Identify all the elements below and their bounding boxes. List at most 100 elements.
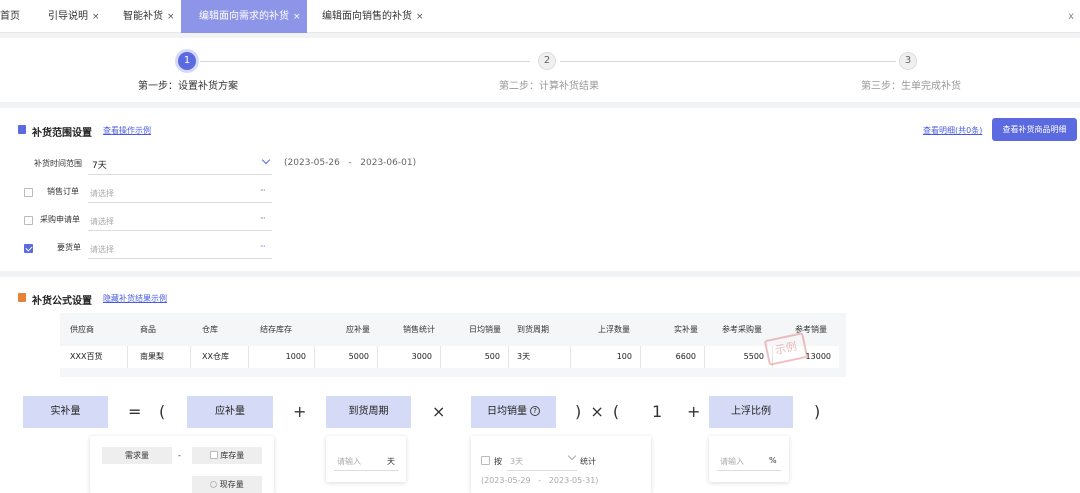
tabbar-close-all-icon[interactable]: x — [1068, 11, 1074, 22]
table-cell: 6600 — [641, 346, 705, 368]
table-header: 日均销量 — [469, 325, 501, 334]
table-cell: XX仓库 — [191, 346, 249, 368]
step-progress: 1 2 3 第一步：设置补货方案 第二步：计算补货结果 第三步：生单完成补货 — [0, 38, 1080, 102]
view-example-link[interactable]: 查看操作示例 — [103, 125, 151, 136]
tab-label: 智能补货 — [123, 11, 163, 22]
formula-should-box[interactable]: 应补量 — [187, 396, 273, 428]
date-start: (2023-05-26 — [284, 158, 340, 168]
daily-by-checkbox[interactable] — [481, 456, 490, 465]
time-range-select[interactable]: 7天 — [92, 158, 107, 171]
close-icon[interactable]: × — [293, 12, 301, 22]
step-1-label: 第一步：设置补货方案 — [138, 81, 238, 92]
table-header: 仓库 — [202, 325, 218, 334]
input-underline — [88, 230, 272, 231]
time-range-label: 补货时间范围 — [34, 159, 82, 168]
purchase-request-input[interactable]: 请选择 — [90, 216, 114, 227]
view-detail-link[interactable]: 查看明细(共0条) — [923, 125, 982, 136]
input-underline — [334, 470, 398, 471]
select-underline — [507, 470, 577, 471]
cycle-input[interactable]: 请输入 — [337, 456, 361, 467]
formula-times: × — [432, 402, 446, 421]
table-header: 供应商 — [70, 325, 94, 334]
formula-rise-box[interactable]: 上浮比例 — [709, 396, 793, 428]
step-connector — [560, 61, 896, 62]
rise-unit: % — [769, 456, 777, 465]
table-header: 商品 — [140, 325, 156, 334]
formula-equals: = — [128, 402, 142, 421]
stock-chip[interactable]: 库存量 — [192, 447, 262, 464]
daily-by-label: 按 — [494, 457, 502, 466]
table-header: 到货周期 — [517, 325, 549, 334]
current-stock-radio[interactable] — [210, 481, 218, 488]
formula-plus: + — [293, 402, 307, 421]
daily-date-end: 2023-05-31) — [548, 476, 599, 485]
step-2-label: 第二步：计算补货结果 — [499, 81, 599, 92]
tab-smart-replenish[interactable]: 智能补货 × — [123, 0, 175, 33]
table-cell: 1000 — [249, 346, 315, 368]
table-cell: 南果梨 — [128, 346, 191, 368]
formula-title: 补货公式设置 — [32, 296, 92, 307]
scope-panel — [0, 108, 1080, 271]
help-icon[interactable]: ? — [530, 406, 540, 416]
date-end: 2023-06-01) — [360, 158, 417, 168]
sales-order-checkbox[interactable] — [24, 188, 33, 197]
tab-label: 首页 — [0, 11, 20, 22]
formula-one: 1 — [652, 402, 663, 421]
tab-bar: 首页 引导说明 × 智能补货 × 编辑面向需求的补货 × 编辑面向销售的补货 × x — [0, 0, 1080, 33]
sales-order-label: 销售订单 — [47, 187, 79, 196]
more-icon[interactable]: ··· — [260, 242, 266, 251]
daily-period-select[interactable]: 3天 — [510, 456, 523, 467]
requisition-input[interactable]: 请选择 — [90, 244, 114, 255]
close-icon[interactable]: × — [92, 12, 100, 22]
current-stock-label: 现存量 — [219, 480, 244, 489]
requisition-checkbox[interactable] — [24, 244, 33, 253]
close-icon[interactable]: × — [167, 12, 175, 22]
formula-cycle-box[interactable]: 到货周期 — [326, 396, 411, 428]
tab-label: 编辑面向需求的补货 — [199, 11, 289, 22]
minus-sign: - — [178, 451, 181, 460]
step-2-indicator: 2 — [538, 52, 556, 70]
scope-title: 补货范围设置 — [32, 128, 92, 139]
tab-edit-demand[interactable]: 编辑面向需求的补货 × — [181, 0, 307, 33]
daily-date-start: (2023-05-29 — [481, 476, 531, 485]
more-icon[interactable]: ··· — [260, 186, 266, 195]
table-cell: 3天 — [509, 346, 571, 368]
purchase-request-checkbox[interactable] — [24, 216, 33, 225]
rise-input[interactable]: 请输入 — [720, 456, 744, 467]
current-stock-chip[interactable]: 现存量 — [192, 476, 262, 493]
table-cell: 100 — [571, 346, 641, 368]
stock-checkbox[interactable] — [209, 450, 218, 459]
table-header: 上浮数量 — [598, 325, 630, 334]
cycle-unit: 天 — [387, 457, 395, 466]
step-1-indicator: 1 — [178, 52, 196, 70]
tab-home[interactable]: 首页 — [0, 0, 20, 33]
hide-example-link[interactable]: 隐藏补货结果示例 — [103, 293, 167, 304]
date-range: (2023-05-26 - 2023-06-01) — [284, 158, 416, 168]
input-underline — [717, 470, 781, 471]
close-icon[interactable]: × — [416, 12, 424, 22]
view-detail-button[interactable]: 查看补货商品明细 — [992, 118, 1077, 141]
table-header: 销售统计 — [403, 325, 435, 334]
table-header: 参考采购量 — [722, 325, 762, 334]
table-header: 实补量 — [674, 325, 698, 334]
table-cell: 5500 — [705, 346, 773, 368]
table-cell: XXX百货 — [60, 346, 128, 368]
more-icon[interactable]: ··· — [260, 214, 266, 223]
formula-daily-label: 日均销量 — [487, 406, 527, 417]
demand-chip[interactable]: 需求量 — [102, 447, 172, 464]
tab-edit-sales[interactable]: 编辑面向销售的补货 × — [322, 0, 424, 33]
formula-section-icon — [18, 293, 26, 302]
requisition-label: 要货单 — [57, 243, 81, 252]
formula-result-box: 实补量 — [23, 396, 108, 428]
formula-rparen: ) — [814, 402, 821, 421]
step-connector — [200, 61, 530, 62]
formula-daily-box[interactable]: 日均销量? — [471, 396, 556, 428]
table-cell: 5000 — [315, 346, 378, 368]
sales-order-input[interactable]: 请选择 — [90, 188, 114, 199]
table-header: 应补量 — [346, 325, 370, 334]
formula-lparen: ( — [159, 402, 166, 421]
date-sep: - — [348, 158, 352, 168]
tab-guide[interactable]: 引导说明 × — [48, 0, 100, 33]
stock-label: 库存量 — [220, 451, 245, 460]
formula-plus: + — [687, 402, 701, 421]
